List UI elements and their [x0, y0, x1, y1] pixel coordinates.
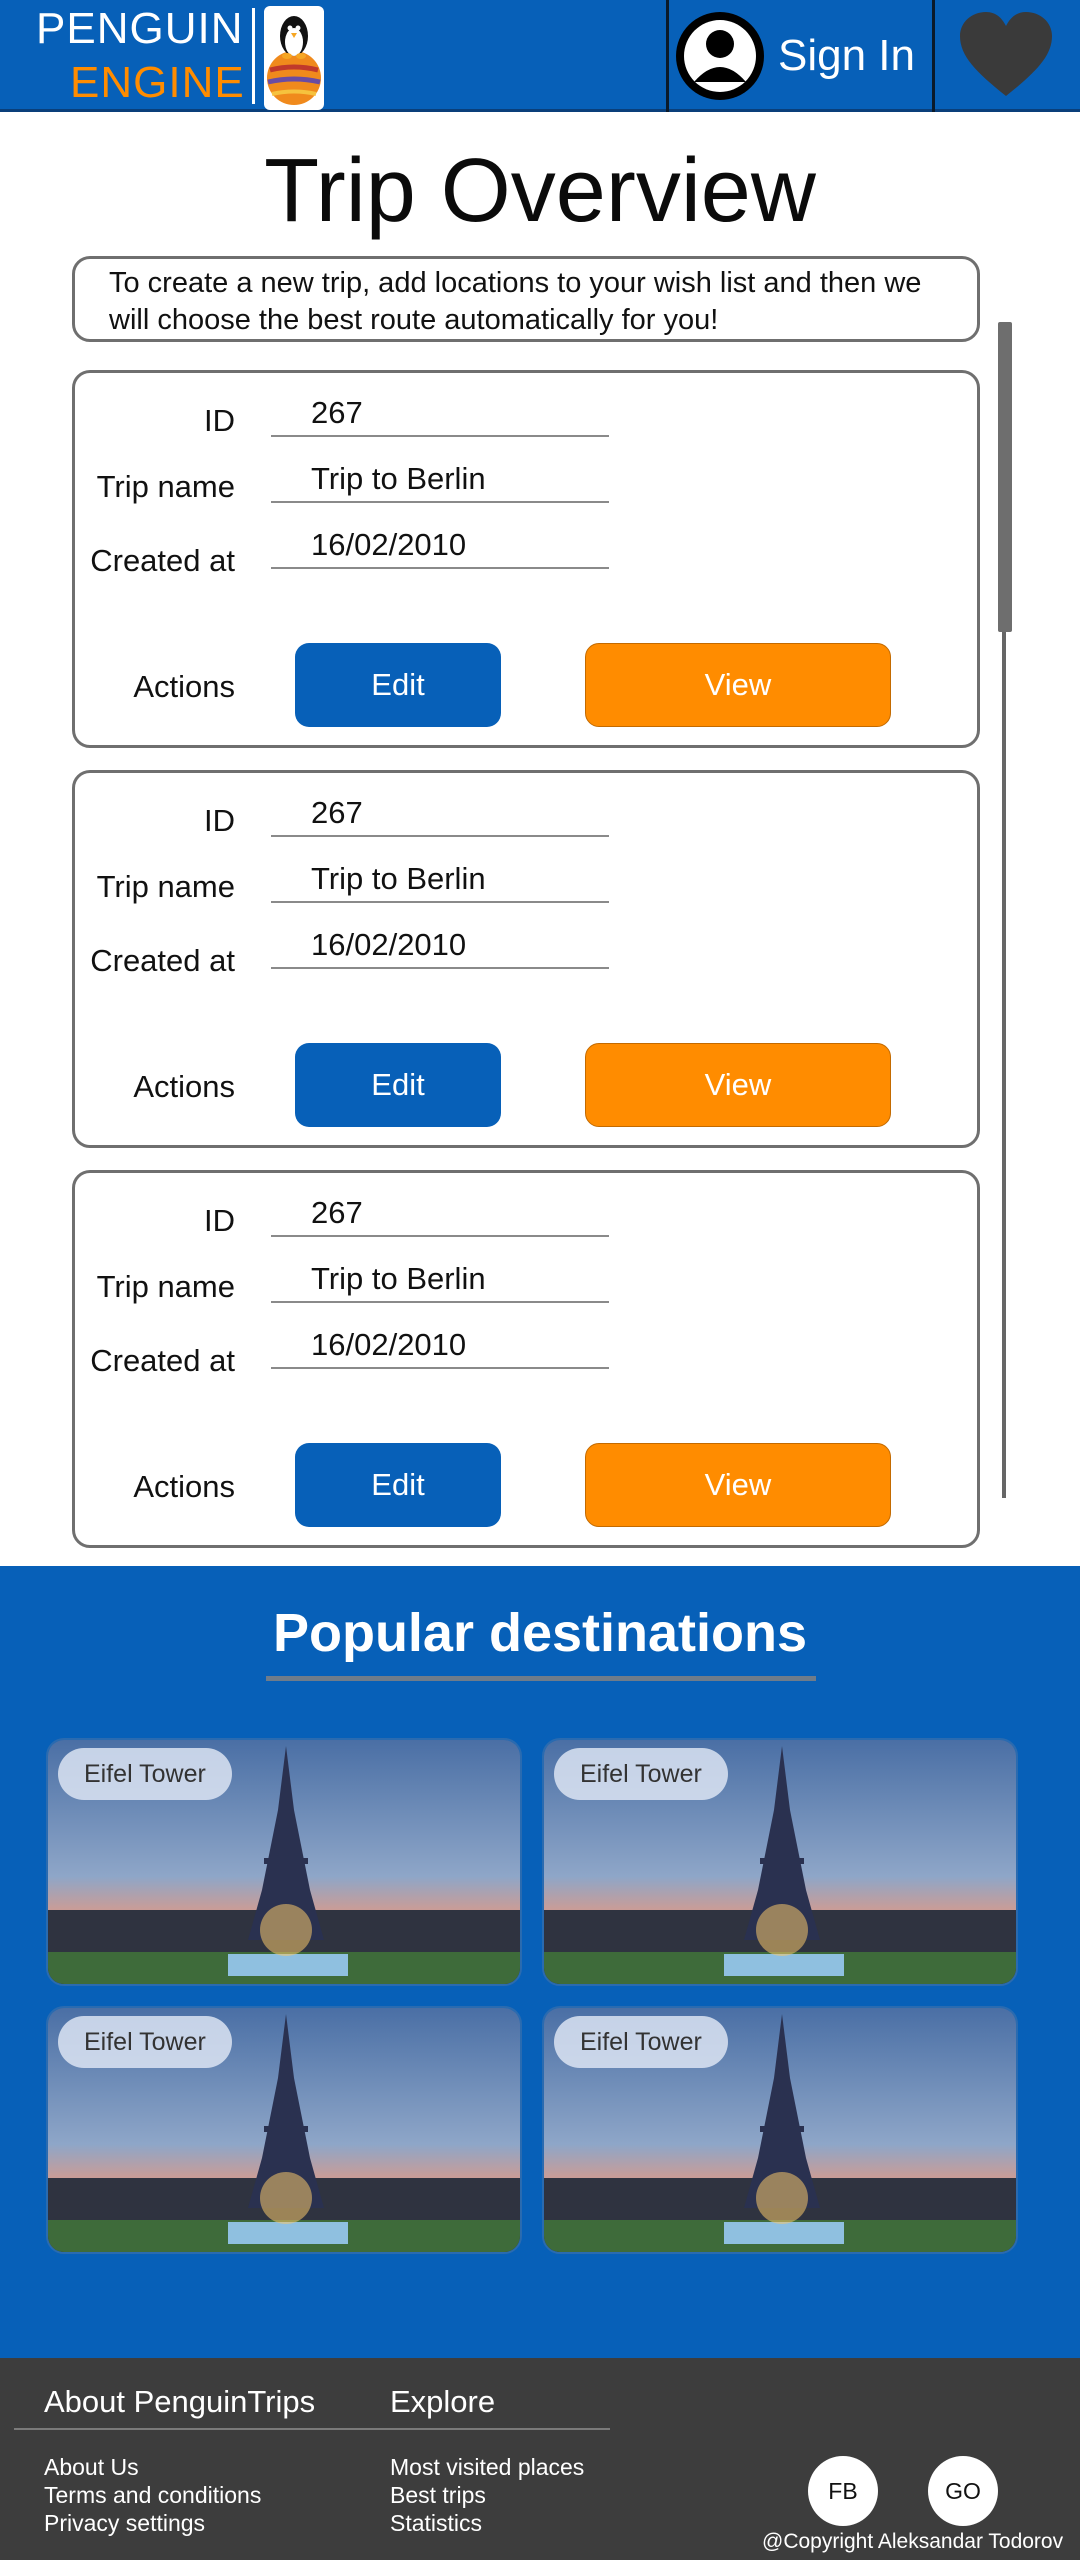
- created-at-label: Created at: [90, 543, 235, 578]
- heart-icon[interactable]: [956, 10, 1056, 100]
- trip-card: ID 267 Trip name Trip to Berlin Created …: [72, 370, 980, 748]
- edit-button[interactable]: Edit: [295, 1043, 501, 1127]
- title-underline: [266, 1676, 816, 1681]
- trip-id-value: 267: [271, 793, 609, 837]
- footer: About PenguinTrips Explore About Us Term…: [0, 2358, 1080, 2560]
- brand-separator: [252, 8, 255, 104]
- trip-name-label: Trip name: [96, 869, 235, 904]
- destination-card[interactable]: Eifel Tower: [46, 2006, 522, 2254]
- actions-label: Actions: [133, 669, 235, 704]
- brand-name-bottom: ENGINE: [70, 58, 245, 107]
- footer-link-about-us[interactable]: About Us: [44, 2454, 139, 2481]
- edit-button[interactable]: Edit: [295, 1443, 501, 1527]
- destination-label: Eifel Tower: [58, 1748, 232, 1800]
- created-at-label: Created at: [90, 1343, 235, 1378]
- intro-message: To create a new trip, add locations to y…: [72, 256, 980, 342]
- scrollbar-thumb[interactable]: [998, 322, 1012, 632]
- popular-destinations-section: Popular destinations Eifel Tower Eifel T…: [0, 1566, 1080, 2358]
- page-title: Trip Overview: [264, 141, 816, 241]
- destination-card[interactable]: Eifel Tower: [542, 2006, 1018, 2254]
- edit-button[interactable]: Edit: [295, 643, 501, 727]
- trip-name-value: Trip to Berlin: [271, 459, 609, 503]
- destination-card[interactable]: Eifel Tower: [46, 1738, 522, 1986]
- google-button[interactable]: GO: [928, 2456, 998, 2526]
- id-label: ID: [204, 803, 235, 838]
- view-button[interactable]: View: [585, 643, 891, 727]
- footer-link-best-trips[interactable]: Best trips: [390, 2482, 486, 2509]
- trip-id-value: 267: [271, 1193, 609, 1237]
- footer-link-terms[interactable]: Terms and conditions: [44, 2482, 261, 2509]
- copyright-text: @Copyright Aleksandar Todorov: [762, 2530, 1064, 2553]
- actions-label: Actions: [133, 1469, 235, 1504]
- id-label: ID: [204, 1203, 235, 1238]
- actions-label: Actions: [133, 1069, 235, 1104]
- sign-in-button[interactable]: Sign In: [676, 10, 915, 102]
- footer-about-heading: About PenguinTrips: [44, 2384, 316, 2419]
- footer-link-privacy[interactable]: Privacy settings: [44, 2510, 205, 2537]
- destination-card[interactable]: Eifel Tower: [542, 1738, 1018, 1986]
- header-divider: [932, 0, 935, 112]
- trip-card: ID 267 Trip name Trip to Berlin Created …: [72, 770, 980, 1148]
- trip-name-value: Trip to Berlin: [271, 859, 609, 903]
- view-button[interactable]: View: [585, 1443, 891, 1527]
- popular-destinations-title: Popular destinations: [272, 1603, 808, 1663]
- header-divider: [666, 0, 669, 112]
- footer-link-most-visited[interactable]: Most visited places: [390, 2454, 584, 2481]
- trip-name-label: Trip name: [96, 1269, 235, 1304]
- trip-name-value: Trip to Berlin: [271, 1259, 609, 1303]
- footer-divider: [14, 2428, 610, 2430]
- sign-in-label: Sign In: [778, 31, 915, 80]
- destination-label: Eifel Tower: [554, 2016, 728, 2068]
- footer-link-statistics[interactable]: Statistics: [390, 2510, 482, 2537]
- header-bar: PENGUIN ENGINE Sign In: [0, 0, 1080, 112]
- destination-label: Eifel Tower: [58, 2016, 232, 2068]
- id-label: ID: [204, 403, 235, 438]
- trip-id-value: 267: [271, 393, 609, 437]
- destination-label: Eifel Tower: [554, 1748, 728, 1800]
- penguin-on-planet-icon[interactable]: [264, 6, 324, 110]
- user-avatar-icon: [676, 12, 764, 100]
- trip-name-label: Trip name: [96, 469, 235, 504]
- brand-name-top: PENGUIN: [36, 4, 244, 53]
- brand-logo-text[interactable]: PENGUIN ENGINE: [36, 4, 246, 108]
- created-at-label: Created at: [90, 943, 235, 978]
- trip-card: ID 267 Trip name Trip to Berlin Created …: [72, 1170, 980, 1548]
- facebook-button[interactable]: FB: [808, 2456, 878, 2526]
- created-at-value: 16/02/2010: [271, 1325, 609, 1369]
- created-at-value: 16/02/2010: [271, 525, 609, 569]
- created-at-value: 16/02/2010: [271, 925, 609, 969]
- footer-explore-heading: Explore: [390, 2384, 496, 2419]
- view-button[interactable]: View: [585, 1043, 891, 1127]
